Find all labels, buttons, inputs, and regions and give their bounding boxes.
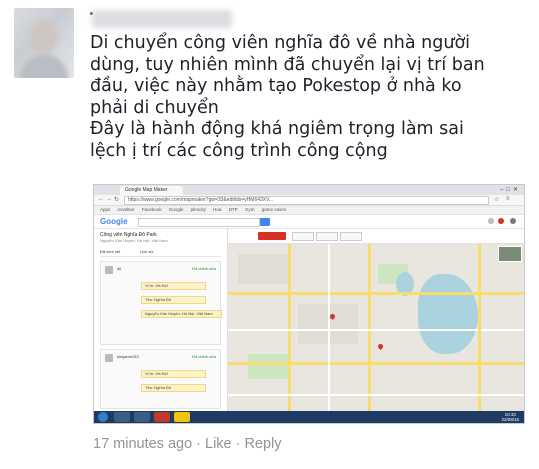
taskbar-app-icon[interactable] bbox=[154, 412, 170, 422]
tab-history[interactable]: Lịch sử bbox=[140, 249, 153, 254]
map-road bbox=[368, 244, 371, 411]
taskbar-app-icon[interactable] bbox=[114, 412, 130, 422]
commenter-avatar[interactable] bbox=[14, 8, 74, 78]
bookmark[interactable]: pkmcity bbox=[191, 206, 206, 214]
bookmark[interactable]: Gym bbox=[245, 206, 255, 214]
map-toolbar bbox=[228, 229, 524, 244]
taskbar-app-icon[interactable] bbox=[134, 412, 150, 422]
taskbar-clock: 10:33 22/08/16 bbox=[501, 412, 519, 422]
editor-name[interactable]: kimjame193 bbox=[117, 354, 139, 359]
bookmark[interactable]: Apps bbox=[100, 206, 110, 214]
bookmarks-bar: Apps noveltee Facebook Google pkmcity Ho… bbox=[94, 206, 524, 215]
clock-date: 22/08/16 bbox=[501, 417, 519, 422]
chrome-taskbar-icon[interactable] bbox=[174, 412, 190, 422]
reply-link[interactable]: Reply bbox=[244, 436, 281, 452]
editor-avatar bbox=[105, 354, 113, 362]
comment-line: phải di chuyển bbox=[90, 97, 219, 118]
tool-button[interactable] bbox=[340, 232, 362, 241]
edit-card[interactable]: dii Đã chỉnh sửa Vị trí: Hà Nội Tên: Ngh… bbox=[100, 261, 222, 345]
edit-field: Vị trí: Hà Nội bbox=[141, 282, 206, 290]
start-button-icon[interactable] bbox=[98, 412, 108, 422]
bookmark[interactable]: Google bbox=[169, 206, 184, 214]
windows-taskbar: 10:33 22/08/16 bbox=[94, 411, 524, 423]
tool-button[interactable] bbox=[316, 232, 338, 241]
forward-icon[interactable]: → bbox=[106, 196, 112, 202]
edit-status: Đã chỉnh sửa bbox=[192, 354, 216, 359]
comment-line: lệch ị trí các công trình công cộng bbox=[90, 140, 388, 161]
comment-line: Đây là hành động khá ngiêm trọng làm sai bbox=[90, 119, 464, 139]
comment-line: dùng, tuy nhiên mình đã chuyển lại vị tr… bbox=[90, 54, 485, 75]
commenter-name-blurred[interactable] bbox=[92, 10, 232, 28]
address-bar: ← → ↻ https://www.google.com/mapmaker?gw… bbox=[94, 195, 524, 206]
bookmark[interactable]: Facebook bbox=[142, 206, 162, 214]
editor-name[interactable]: dii bbox=[117, 266, 121, 271]
comment-line: Di chuyển công viên nghĩa đô về nhà ngườ… bbox=[90, 33, 471, 53]
tab-reviewed[interactable]: Đã xem xét bbox=[100, 249, 120, 254]
bookmark[interactable]: game cases bbox=[262, 206, 286, 214]
comment-line: đầu, việc này nhằm tạo Pokestop ở nhà ko bbox=[90, 76, 462, 96]
browser-tab[interactable]: Google Map Maker bbox=[120, 186, 183, 195]
edit-field: Tên: Nghĩa Đô bbox=[141, 296, 206, 304]
bookmark[interactable]: DTP bbox=[229, 206, 238, 214]
back-icon[interactable]: ← bbox=[98, 196, 104, 202]
notifications-icon[interactable] bbox=[498, 218, 504, 224]
search-button[interactable] bbox=[260, 218, 270, 226]
profile-avatar[interactable] bbox=[510, 218, 516, 224]
comment-meta: 17 minutes ago · Like · Reply bbox=[93, 436, 282, 452]
attached-screenshot[interactable]: Google Map Maker –□✕ ← → ↻ https://www.g… bbox=[93, 184, 525, 424]
map-pin-icon[interactable] bbox=[376, 342, 385, 351]
map-road bbox=[288, 244, 291, 411]
comment-text: Di chuyển công viên nghĩa đô về nhà ngườ… bbox=[90, 33, 530, 162]
edit-field: Tên: Nghĩa Đô bbox=[141, 384, 206, 392]
google-logo[interactable]: Google bbox=[100, 217, 128, 226]
timestamp[interactable]: 17 minutes ago bbox=[93, 436, 192, 452]
map-search-input[interactable] bbox=[138, 218, 260, 227]
map-road bbox=[328, 244, 330, 411]
panel-tabs: Đã xem xét Lịch sử bbox=[100, 249, 221, 257]
map-block bbox=[238, 254, 288, 284]
like-link[interactable]: Like bbox=[205, 436, 232, 452]
url-field[interactable]: https://www.google.com/mapmaker?gw=33&ed… bbox=[124, 196, 489, 205]
meta-separator: · bbox=[235, 436, 241, 452]
menu-icon[interactable]: ≡ bbox=[506, 196, 510, 202]
avatar-shoulder bbox=[20, 54, 68, 78]
map-canvas[interactable] bbox=[228, 244, 524, 411]
edit-card[interactable]: kimjame193 Đã chỉnh sửa Vị trí: Hà Nội T… bbox=[100, 349, 221, 409]
edit-field: Vị trí: Hà Nội bbox=[141, 370, 206, 378]
edit-button[interactable] bbox=[258, 232, 286, 240]
apps-icon[interactable] bbox=[488, 218, 494, 224]
edit-field: Nguyễn Văn Huyên, Hà Nội, Việt Nam bbox=[141, 310, 222, 318]
star-icon[interactable]: ☆ bbox=[494, 196, 499, 203]
avatar-face bbox=[30, 20, 58, 54]
satellite-toggle[interactable] bbox=[498, 246, 522, 262]
west-lake bbox=[418, 274, 478, 354]
bookmark[interactable]: Hoa bbox=[213, 206, 221, 214]
tool-button[interactable] bbox=[292, 232, 314, 241]
reload-icon[interactable]: ↻ bbox=[114, 196, 119, 203]
meta-separator: · bbox=[196, 436, 201, 452]
window-controls-icon[interactable]: –□✕ bbox=[500, 186, 521, 193]
map-park bbox=[248, 354, 288, 379]
map-road bbox=[478, 244, 481, 411]
bookmark[interactable]: noveltee bbox=[118, 206, 135, 214]
map-road bbox=[228, 394, 524, 396]
place-address: Nguyễn Văn Huyên, Hà Nội, Việt Nam bbox=[100, 238, 168, 243]
google-header: Google bbox=[94, 215, 524, 229]
edit-status: Đã chỉnh sửa bbox=[192, 266, 216, 271]
browser-tabbar: Google Map Maker –□✕ bbox=[94, 185, 524, 195]
edit-history-panel: Công viên Nghĩa Đô Park Nguyễn Văn Huyên… bbox=[94, 229, 228, 411]
editor-avatar bbox=[105, 266, 113, 274]
